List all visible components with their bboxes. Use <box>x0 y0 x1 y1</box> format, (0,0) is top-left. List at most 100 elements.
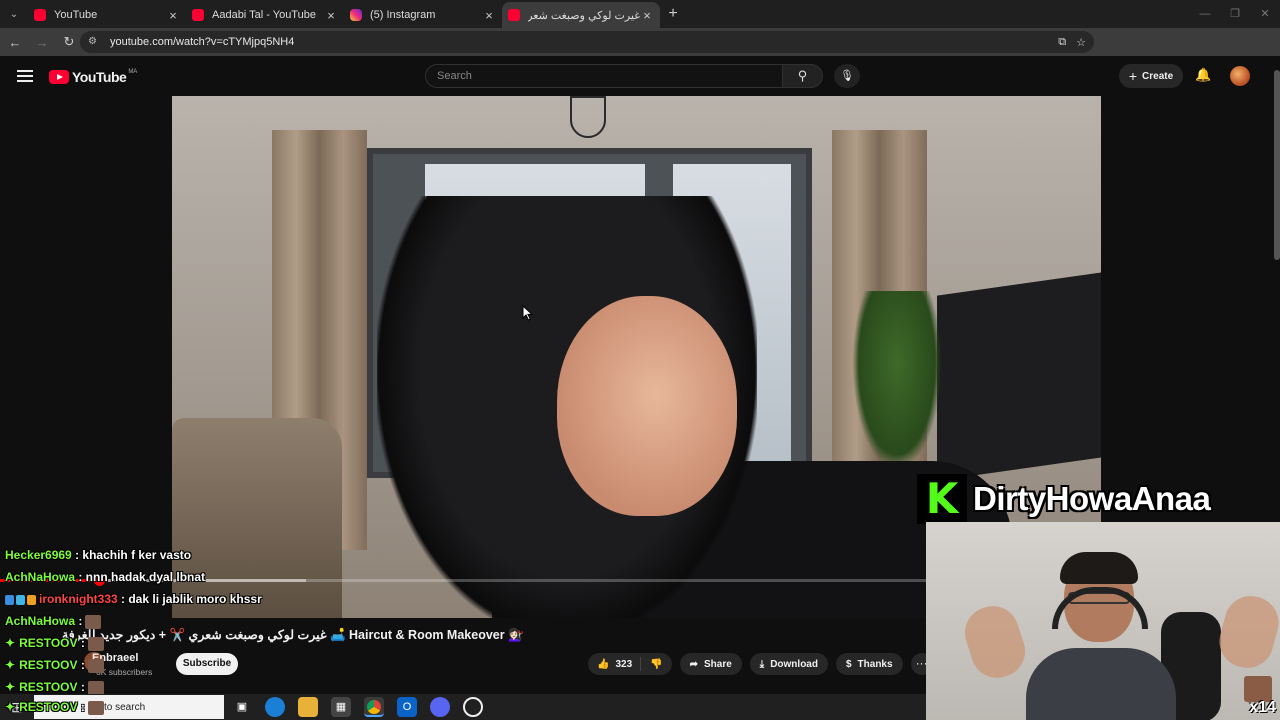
maximize-icon[interactable]: ❐ <box>1220 0 1250 28</box>
close-tab-icon[interactable]: × <box>482 8 496 23</box>
browser-tab-aadabi[interactable]: Aadabi Tal - YouTube × <box>186 2 344 28</box>
tab-title: (5) Instagram <box>370 9 436 21</box>
download-label: Download <box>770 658 818 670</box>
microphone-icon[interactable]: 🎙 <box>834 64 860 88</box>
thanks-label: Thanks <box>857 658 893 670</box>
close-tab-icon[interactable]: × <box>324 8 338 23</box>
address-bar[interactable]: ⚙ youtube.com/watch?v=cTYMjpq5NH4 ⧉ ☆ <box>80 31 1094 53</box>
subscribe-button[interactable]: Subscribe <box>176 653 238 675</box>
outlook-icon[interactable]: O <box>397 697 417 717</box>
chat-text: : <box>77 636 85 650</box>
chat-username: RESTOOV <box>19 658 78 672</box>
like-button[interactable]: 👍 323 <box>588 657 642 671</box>
close-tab-icon[interactable]: × <box>166 8 180 23</box>
close-window-icon[interactable]: ✕ <box>1250 0 1280 28</box>
chat-message: ✦ RESTOOV : <box>5 680 104 695</box>
streamer-banner: K DirtyHowaAnaa <box>917 474 1211 524</box>
create-label: Create <box>1142 70 1174 82</box>
chat-text: : dak li jablik moro khssr <box>117 592 262 606</box>
chat-username: ironknight333 <box>39 592 118 606</box>
chat-text: : <box>77 658 85 672</box>
taskbar-search-text: to search <box>104 701 146 713</box>
minimize-icon[interactable]: — <box>1190 0 1220 28</box>
subscriber-star-icon: ✦ <box>5 636 16 650</box>
store-icon[interactable]: ▦ <box>331 697 351 717</box>
tab-search-icon[interactable]: ⌄ <box>0 0 28 28</box>
browser-tab-youtube[interactable]: YouTube × <box>28 2 186 28</box>
bookmark-star-icon[interactable]: ☆ <box>1076 36 1086 49</box>
create-button[interactable]: + Create <box>1119 64 1183 88</box>
dislike-button[interactable]: 👎 <box>641 659 671 670</box>
back-icon[interactable]: ← <box>3 35 27 50</box>
share-button[interactable]: ➦ Share <box>679 653 742 675</box>
chat-text: : khachih f ker vasto <box>71 548 192 562</box>
like-count: 323 <box>615 658 633 670</box>
edge-icon[interactable] <box>265 697 285 717</box>
country-code: MA <box>128 69 138 75</box>
obs-icon[interactable] <box>463 697 483 717</box>
reload-icon[interactable]: ↻ <box>57 34 81 50</box>
install-app-icon[interactable]: ⧉ <box>1058 36 1066 49</box>
tab-title: YouTube <box>54 9 98 21</box>
chat-message: AchNaHowa : <box>5 614 102 629</box>
chat-emote <box>85 614 102 629</box>
chat-message: ✦ RESTOOV : <box>5 700 104 715</box>
chat-text: : <box>77 700 85 714</box>
browser-toolbar: ← → ↻ ⚙ youtube.com/watch?v=cTYMjpq5NH4 … <box>0 28 1280 77</box>
chat-username: AchNaHowa <box>5 614 76 628</box>
chat-emote <box>87 658 104 673</box>
plus-icon: + <box>1128 68 1138 84</box>
url-text: youtube.com/watch?v=cTYMjpq5NH4 <box>110 36 295 48</box>
youtube-header: YouTube MA Search ⚲ 🎙 + Create 🔔 <box>0 56 1280 96</box>
emote-multiplier: x14 <box>1249 699 1276 716</box>
page-scrollbar[interactable] <box>1274 70 1280 260</box>
guide-menu-icon[interactable] <box>17 70 33 82</box>
site-info-icon[interactable]: ⚙ <box>88 36 100 48</box>
video-scene-tv <box>937 272 1101 481</box>
youtube-logo[interactable]: YouTube MA <box>49 69 137 85</box>
chat-username: AchNaHowa <box>5 570 76 584</box>
browser-tab-instagram[interactable]: (5) Instagram × <box>344 2 502 28</box>
youtube-icon <box>192 9 204 21</box>
chat-message: AchNaHowa : nnn hadak dyal lbnat <box>5 570 205 584</box>
video-scene-plant <box>852 291 942 471</box>
streamer-webcam: x14 <box>926 522 1280 720</box>
thanks-button[interactable]: $ Thanks <box>835 653 903 675</box>
youtube-icon <box>508 9 520 21</box>
subscriber-star-icon: ✦ <box>5 680 16 694</box>
file-explorer-icon[interactable] <box>298 697 318 717</box>
youtube-play-icon <box>49 70 69 84</box>
instagram-icon <box>350 9 362 21</box>
video-title: غيرت لوكي وصبغت شعري ✂️ + ديكور جديد للغ… <box>62 628 524 642</box>
discord-icon[interactable] <box>430 697 450 717</box>
download-button[interactable]: ⤓ Download <box>749 653 828 675</box>
streamer-name: DirtyHowaAnaa <box>973 480 1211 517</box>
windows-taskbar: ⊞ to search ▣ ▦ O <box>0 694 926 720</box>
account-avatar[interactable] <box>1230 66 1250 86</box>
download-icon: ⤓ <box>759 658 765 670</box>
chat-username: Hecker6969 <box>5 548 72 562</box>
notifications-bell-icon[interactable]: 🔔 <box>1195 67 1211 83</box>
forward-icon[interactable]: → <box>30 35 54 50</box>
chat-message: ✦ RESTOOV : <box>5 658 104 673</box>
video-scene-face <box>557 296 737 516</box>
browser-tab-strip: ⌄ YouTube × Aadabi Tal - YouTube × (5) I… <box>0 0 1280 28</box>
tab-title: Aadabi Tal - YouTube <box>212 9 316 21</box>
thumbs-up-icon: 👍 <box>597 658 610 670</box>
chrome-icon[interactable] <box>364 697 384 717</box>
browser-tab-video[interactable]: غيرت لوكي وصبغت شعري ✂️ × <box>502 2 660 28</box>
chat-text: : <box>75 614 83 628</box>
close-tab-icon[interactable]: × <box>640 8 654 23</box>
chat-message: ✦ RESTOOV : <box>5 636 104 651</box>
ceiling-lamp <box>570 96 606 138</box>
search-icon[interactable]: ⚲ <box>783 64 823 88</box>
chat-text: : <box>77 680 85 694</box>
video-scene-sofa <box>172 418 342 618</box>
task-view-icon[interactable]: ▣ <box>232 697 252 717</box>
new-tab-button[interactable]: + <box>660 5 686 23</box>
subscriber-star-icon: ✦ <box>5 700 16 714</box>
chat-username: RESTOOV <box>19 700 78 714</box>
chat-emote <box>87 636 104 651</box>
chat-emote <box>87 700 104 715</box>
search-input[interactable]: Search <box>425 64 783 88</box>
